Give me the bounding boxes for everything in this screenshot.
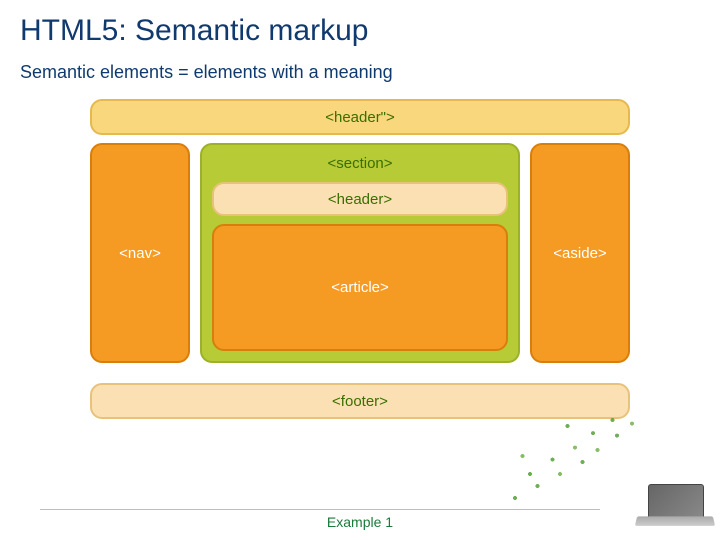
example-label: Example 1	[327, 514, 393, 530]
diagram-article-box: <article>	[212, 224, 508, 351]
diagram-section-label: <section>	[212, 153, 508, 174]
divider	[40, 509, 600, 510]
diagram-nav-box: <nav>	[90, 143, 190, 363]
diagram-inner-header-box: <header>	[212, 182, 508, 216]
diagram-aside-box: <aside>	[530, 143, 630, 363]
diagram-section-box: <section> <header> <article>	[200, 143, 520, 363]
slide-title: HTML5: Semantic markup	[0, 0, 720, 52]
semantic-diagram: <header"> <nav> <section> <header> <arti…	[90, 99, 630, 419]
slide-subtitle: Semantic elements = elements with a mean…	[0, 52, 720, 99]
slide-footer-decoration: Example 1	[0, 460, 720, 540]
laptop-icon	[634, 484, 714, 534]
diagram-header-box: <header">	[90, 99, 630, 135]
